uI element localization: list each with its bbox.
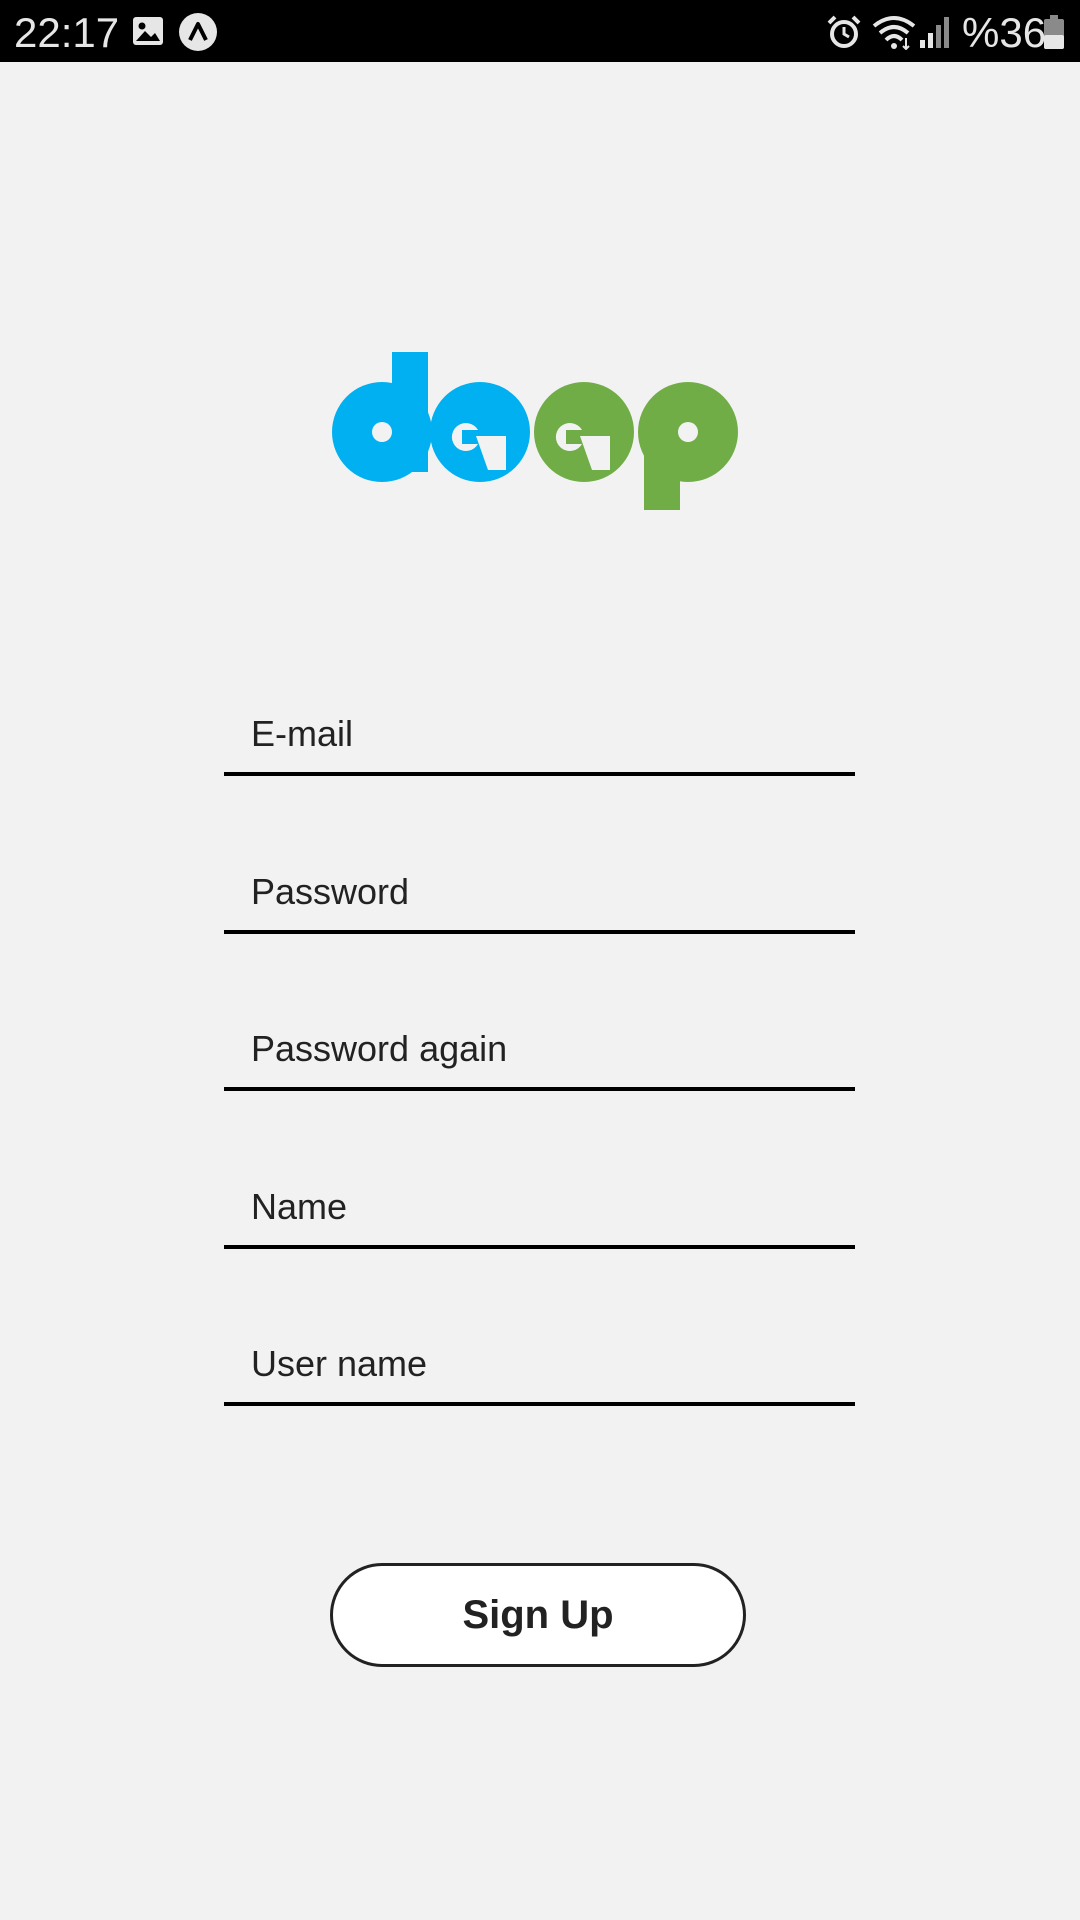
battery-icon [1044, 15, 1064, 49]
status-bar: 22:17 %36 [0, 0, 1080, 62]
sign-up-button[interactable]: Sign Up [330, 1563, 746, 1667]
username-field [224, 1322, 855, 1406]
status-time: 22:17 [14, 9, 120, 56]
email-field [224, 692, 855, 776]
password-input[interactable] [251, 864, 831, 920]
deep-logo [332, 352, 738, 510]
password-field [224, 850, 855, 934]
logo-letter-e-green [534, 382, 634, 482]
password-again-input[interactable] [251, 1021, 831, 1077]
password-again-field [224, 1007, 855, 1091]
logo-letter-d [332, 352, 432, 482]
battery-percentage: %36 [962, 9, 1047, 56]
wifi-icon [872, 16, 916, 50]
logo-letter-p [638, 382, 738, 510]
logo-letter-e [430, 382, 530, 482]
alarm-icon [827, 15, 861, 48]
email-input[interactable] [251, 706, 831, 762]
name-input[interactable] [251, 1179, 831, 1235]
name-field [224, 1165, 855, 1249]
username-input[interactable] [251, 1336, 831, 1392]
sign-up-button-label: Sign Up [462, 1592, 614, 1637]
app-notification-icon [179, 13, 217, 51]
image-notification-icon [133, 17, 163, 45]
signal-icon [920, 17, 949, 48]
